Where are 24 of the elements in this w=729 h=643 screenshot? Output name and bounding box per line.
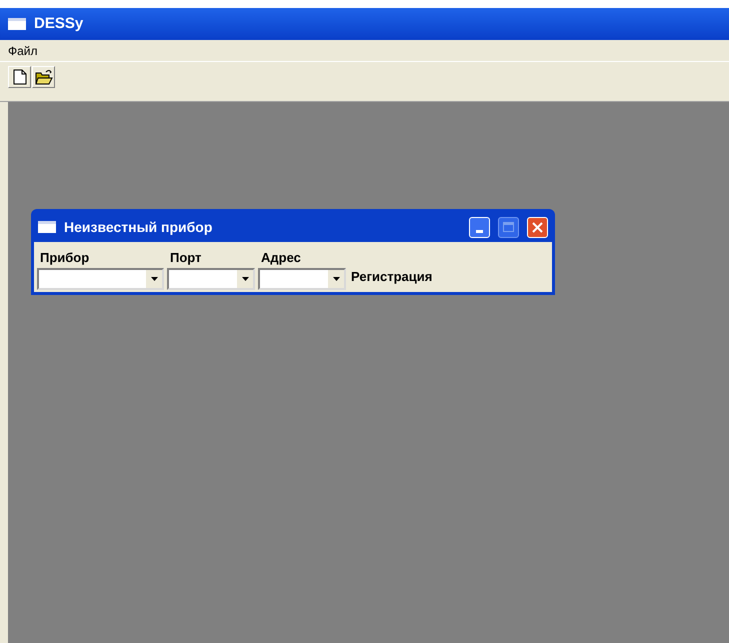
minimize-button[interactable] — [469, 216, 490, 238]
field-label: Адрес — [260, 249, 302, 267]
field-label: Прибор — [39, 249, 90, 267]
new-document-icon — [12, 69, 26, 85]
window-icon — [38, 221, 56, 233]
registration-label: Регистрация — [351, 268, 432, 286]
menu-item[interactable]: Файл — [4, 42, 42, 60]
caret-icon — [332, 276, 340, 280]
toolbar-button[interactable] — [32, 66, 55, 88]
toolbar-button[interactable] — [8, 66, 31, 88]
minimize-icon — [476, 230, 483, 232]
close-button[interactable] — [527, 216, 548, 238]
caret-icon — [242, 276, 248, 280]
close-icon — [532, 222, 543, 232]
open-folder-icon — [34, 69, 52, 85]
window-title: DESSy — [34, 14, 84, 34]
caret-icon — [150, 276, 158, 280]
dropdown-field[interactable] — [258, 268, 346, 290]
field-label: Порт — [169, 249, 202, 267]
maximize-icon — [503, 222, 514, 232]
dropdown-field[interactable] — [37, 268, 164, 290]
window-icon — [8, 18, 26, 30]
child-window-title: Неизвестный прибор — [64, 218, 214, 237]
dropdown-field[interactable] — [167, 268, 255, 290]
